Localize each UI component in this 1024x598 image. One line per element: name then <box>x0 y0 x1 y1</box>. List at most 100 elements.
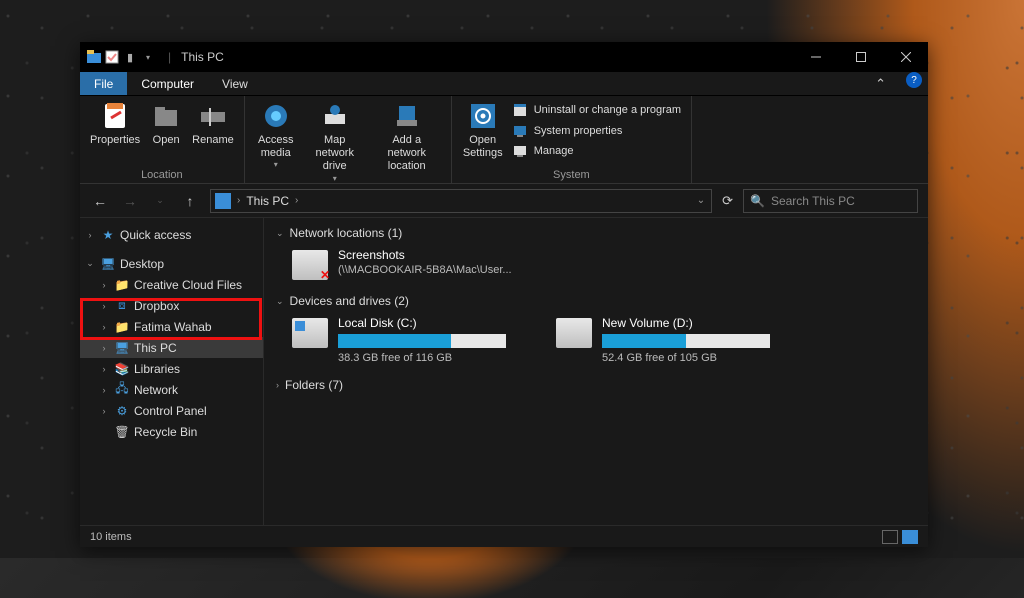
search-placeholder: Search This PC <box>771 194 855 208</box>
content-pane[interactable]: ⌄ Network locations (1) Screenshots (\\M… <box>264 218 928 525</box>
sidebar-item-label: Libraries <box>134 362 180 376</box>
open-button[interactable]: Open <box>144 98 188 149</box>
chevron-right-icon[interactable]: › <box>98 343 110 353</box>
manage-button[interactable]: Manage <box>508 141 685 162</box>
chevron-right-icon[interactable]: › <box>295 195 298 206</box>
drive-free: 52.4 GB free of 105 GB <box>602 352 770 364</box>
desktop-icon: 🖥 <box>100 256 116 272</box>
sidebar-item-recycle-bin[interactable]: 🗑 Recycle Bin <box>80 421 263 442</box>
tab-file[interactable]: File <box>80 72 127 95</box>
sidebar-quick-access[interactable]: › ★ Quick access <box>80 224 263 245</box>
chevron-right-icon[interactable]: › <box>98 322 110 332</box>
chevron-down-icon[interactable]: ⌄ <box>276 228 284 239</box>
properties-button[interactable]: Properties <box>86 98 144 149</box>
sidebar-item-network[interactable]: › 🖧 Network <box>80 379 263 400</box>
drive-name: New Volume (D:) <box>602 316 770 330</box>
group-devices-drives[interactable]: ⌄ Devices and drives (2) <box>264 290 928 312</box>
group-folders[interactable]: › Folders (7) <box>264 374 928 396</box>
close-button[interactable] <box>883 42 928 72</box>
network-location-item[interactable]: Screenshots (\\MACBOOKAIR-5B8A\Mac\User.… <box>292 248 512 280</box>
dropbox-icon: ⧈ <box>114 298 130 314</box>
recent-dropdown[interactable]: ⌄ <box>150 195 170 206</box>
sidebar-desktop[interactable]: ⌄ 🖥 Desktop <box>80 253 263 274</box>
sidebar-item-label: Creative Cloud Files <box>134 278 242 292</box>
network-icon: 🖧 <box>114 382 130 398</box>
tiles-view-button[interactable] <box>902 530 918 544</box>
drive-usage-bar <box>602 334 770 348</box>
add-location-button[interactable]: Add a network location <box>369 98 445 176</box>
properties-label: Properties <box>90 134 140 147</box>
chevron-right-icon[interactable]: › <box>98 280 110 290</box>
sidebar-item-user[interactable]: › 📁 Fatima Wahab <box>80 316 263 337</box>
sidebar-item-dropbox[interactable]: › ⧈ Dropbox <box>80 295 263 316</box>
chevron-right-icon[interactable]: › <box>84 230 96 240</box>
sidebar-item-control-panel[interactable]: › ⚙ Control Panel <box>80 400 263 421</box>
drive-usage-bar <box>338 334 506 348</box>
sys-props-button[interactable]: System properties <box>508 121 685 142</box>
sidebar-item-this-pc[interactable]: › 🖥 This PC <box>80 337 263 358</box>
rename-label: Rename <box>192 134 234 147</box>
chevron-right-icon[interactable]: › <box>98 364 110 374</box>
open-settings-button[interactable]: Open Settings <box>458 98 508 162</box>
titlebar[interactable]: ▮ ▾ | This PC <box>80 42 928 72</box>
app-icon <box>86 49 102 65</box>
up-button[interactable]: ↑ <box>180 193 200 209</box>
sidebar-item-creative-cloud[interactable]: › 📁 Creative Cloud Files <box>80 274 263 295</box>
chevron-right-icon[interactable]: › <box>98 406 110 416</box>
access-media-label: Access media <box>255 134 297 160</box>
status-bar: 10 items <box>80 525 928 547</box>
map-drive-label: Map network drive <box>305 134 365 174</box>
refresh-button[interactable]: ⟳ <box>722 193 733 209</box>
disk-icon <box>292 318 328 348</box>
tab-computer[interactable]: Computer <box>127 72 208 95</box>
drive-name: Local Disk (C:) <box>338 316 506 330</box>
quick-access-toolbar: ▮ ▾ <box>80 49 162 65</box>
add-location-icon <box>391 100 423 132</box>
titlebar-separator: | <box>168 50 171 64</box>
rename-button[interactable]: Rename <box>188 98 238 149</box>
maximize-button[interactable] <box>838 42 883 72</box>
tab-view[interactable]: View <box>208 72 262 95</box>
ribbon-collapse-button[interactable]: ⌃ <box>861 72 900 95</box>
access-media-button[interactable]: Access media ▾ <box>251 98 301 172</box>
qat-folder-icon[interactable]: ▮ <box>122 49 138 65</box>
drive-item-d[interactable]: New Volume (D:) 52.4 GB free of 105 GB <box>556 316 770 364</box>
drive-usage-fill <box>602 334 686 348</box>
user-folder-icon: 📁 <box>114 319 130 335</box>
item-name: Screenshots <box>338 248 512 262</box>
uninstall-button[interactable]: Uninstall or change a program <box>508 100 685 121</box>
chevron-right-icon[interactable]: › <box>98 385 110 395</box>
help-icon[interactable]: ? <box>906 72 922 88</box>
chevron-right-icon[interactable]: › <box>237 195 240 206</box>
breadcrumb-root[interactable]: This PC <box>246 194 289 208</box>
forward-button[interactable]: → <box>120 193 140 209</box>
qat-checkbox-icon[interactable] <box>104 49 120 65</box>
sidebar-item-libraries[interactable]: › 📚 Libraries <box>80 358 263 379</box>
sidebar-item-label: Dropbox <box>134 299 179 313</box>
ribbon-tabs: File Computer View ⌃ ? <box>80 72 928 96</box>
window-title: This PC <box>177 50 793 64</box>
chevron-right-icon[interactable]: › <box>276 380 279 390</box>
map-drive-button[interactable]: Map network drive ▾ <box>301 98 369 185</box>
settings-icon <box>467 100 499 132</box>
minimize-button[interactable] <box>793 42 838 72</box>
open-settings-label: Open Settings <box>462 134 504 160</box>
search-input[interactable]: 🔍 Search This PC <box>743 189 918 213</box>
drive-item-c[interactable]: Local Disk (C:) 38.3 GB free of 116 GB <box>292 316 506 364</box>
address-dropdown-icon[interactable]: ⌄ <box>697 195 707 206</box>
group-label: Network locations (1) <box>290 226 403 240</box>
properties-icon <box>99 100 131 132</box>
group-network-locations[interactable]: ⌄ Network locations (1) <box>264 222 928 244</box>
address-input[interactable]: › This PC › ⌄ <box>210 189 712 213</box>
chevron-down-icon[interactable]: ⌄ <box>84 258 96 269</box>
ribbon: Properties Open Rename Location Access m… <box>80 96 928 184</box>
chevron-right-icon[interactable]: › <box>98 301 110 311</box>
qat-dropdown-icon[interactable]: ▾ <box>140 49 156 65</box>
nav-pane[interactable]: › ★ Quick access ⌄ 🖥 Desktop › 📁 Creativ… <box>80 218 264 525</box>
back-button[interactable]: ← <box>90 193 110 209</box>
ribbon-group-network: Access media ▾ Map network drive ▾ Add a… <box>245 96 452 183</box>
explorer-body: › ★ Quick access ⌄ 🖥 Desktop › 📁 Creativ… <box>80 218 928 525</box>
details-view-button[interactable] <box>882 530 898 544</box>
chevron-down-icon[interactable]: ⌄ <box>276 296 284 307</box>
ribbon-group-system: Open Settings Uninstall or change a prog… <box>452 96 692 183</box>
